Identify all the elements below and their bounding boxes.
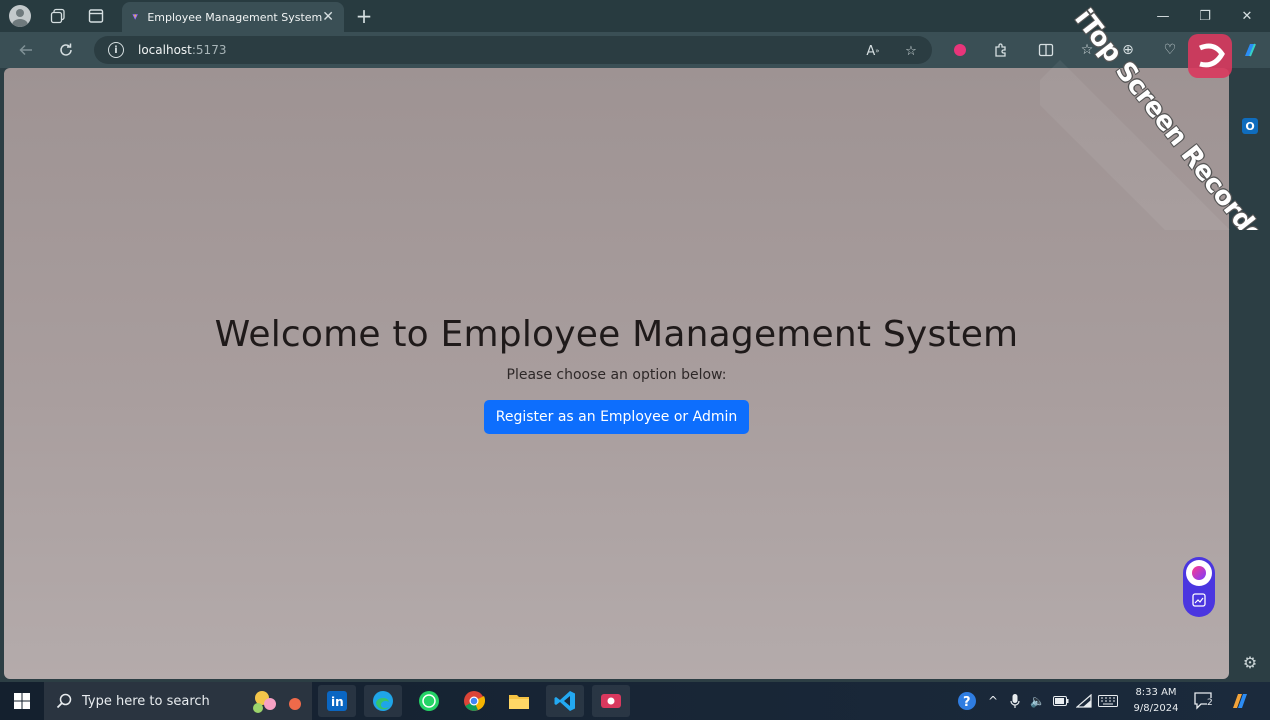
taskbar-clock[interactable]: 8:33 AM 9/8/2024 (1128, 685, 1184, 717)
split-screen-icon[interactable] (1036, 40, 1056, 60)
gear-icon[interactable]: ⚙ (1240, 652, 1260, 672)
register-button[interactable]: Register as an Employee or Admin (483, 400, 750, 434)
notification-icon[interactable]: 2 (1194, 682, 1214, 720)
clock-time: 8:33 AM (1135, 687, 1177, 698)
new-tab-plus-icon[interactable]: + (352, 4, 376, 28)
minimize-icon[interactable]: — (1148, 4, 1178, 28)
flowers-decoration-icon (253, 691, 301, 713)
profile-icon[interactable] (8, 4, 32, 28)
restore-icon[interactable]: ❐ (1190, 4, 1220, 28)
notification-count: 2 (1207, 698, 1213, 708)
browser-tab-strip: Employee Management System ✕ + — ❐ ✕ (0, 0, 1270, 32)
svg-text:?: ? (963, 695, 971, 710)
collections-icon[interactable]: ⊕ (1118, 40, 1138, 60)
favorites-icon[interactable]: ☆ (1077, 40, 1097, 60)
image-edit-icon[interactable] (1190, 591, 1208, 609)
screen-recorder-icon[interactable] (592, 685, 630, 717)
windows-start-icon[interactable] (0, 682, 44, 720)
wifi-icon[interactable] (1076, 682, 1092, 720)
linkedin-icon[interactable]: in (318, 685, 356, 717)
keyboard-icon[interactable] (1098, 682, 1118, 720)
read-aloud-icon[interactable]: A» (864, 42, 882, 60)
url-text: localhost:5173 (138, 43, 227, 57)
hero-section: Welcome to Employee Management System Pl… (4, 314, 1229, 434)
page-viewport: Welcome to Employee Management System Pl… (4, 68, 1229, 679)
site-info-icon[interactable]: i (108, 42, 124, 58)
page-subtitle: Please choose an option below: (506, 367, 727, 383)
search-icon (56, 693, 72, 709)
battery-icon[interactable] (1053, 682, 1069, 720)
star-icon[interactable]: ☆ (902, 42, 920, 60)
close-window-icon[interactable]: ✕ (1232, 4, 1262, 28)
windows-taskbar: Type here to search in ? ^ 🔈 8:33 AM 9/8… (0, 682, 1270, 720)
edge-sidebar: O ⚙ (1229, 68, 1270, 680)
workspaces-icon[interactable] (46, 4, 70, 28)
svg-text:in: in (331, 695, 344, 709)
refresh-icon[interactable] (54, 38, 78, 62)
close-tab-icon[interactable]: ✕ (322, 9, 334, 25)
file-explorer-icon[interactable] (500, 685, 538, 717)
clock-date: 9/8/2024 (1133, 703, 1179, 714)
vite-favicon-icon (132, 14, 138, 20)
whatsapp-icon[interactable] (410, 685, 448, 717)
outlook-icon[interactable]: O (1242, 118, 1258, 134)
extension-record-icon[interactable] (950, 40, 970, 60)
search-placeholder: Type here to search (82, 693, 210, 709)
tab-title: Employee Management System (147, 10, 323, 24)
performance-icon[interactable]: ♡ (1160, 40, 1180, 60)
chevron-up-icon[interactable]: ^ (988, 682, 998, 720)
vscode-icon[interactable] (546, 685, 584, 717)
tab-actions-icon[interactable] (84, 4, 108, 28)
assistant-logo-icon[interactable] (1186, 560, 1212, 586)
floating-assistant-widget[interactable] (1183, 557, 1215, 617)
speaker-icon[interactable]: 🔈 (1030, 682, 1045, 720)
edge-icon[interactable] (364, 685, 402, 717)
active-tab[interactable]: Employee Management System ✕ (122, 2, 344, 32)
chrome-icon[interactable] (455, 685, 493, 717)
page-title: Welcome to Employee Management System (214, 314, 1019, 355)
microphone-icon[interactable] (1010, 682, 1020, 720)
copilot-icon[interactable] (1240, 40, 1260, 60)
browser-toolbar: i localhost:5173 A» ☆ ☆ ⊕ ♡ (0, 32, 1270, 68)
help-icon[interactable]: ? (957, 682, 977, 720)
back-arrow-icon[interactable] (14, 38, 38, 62)
copilot-taskbar-icon[interactable] (1230, 682, 1250, 720)
address-bar[interactable]: i localhost:5173 A» ☆ (94, 36, 932, 64)
puzzle-icon[interactable] (991, 40, 1011, 60)
